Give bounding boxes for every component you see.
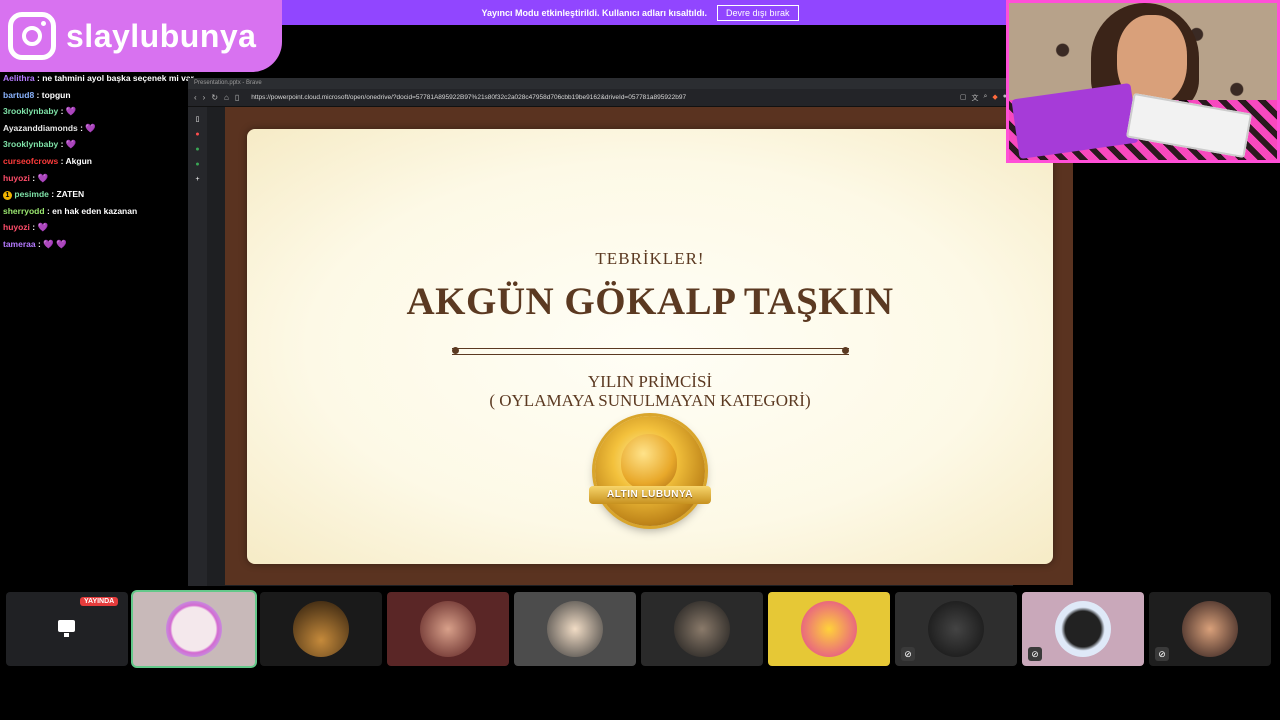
squirrel-icon <box>621 434 677 490</box>
participant-tile[interactable]: ⊘ <box>895 592 1017 666</box>
participant-tile[interactable] <box>514 592 636 666</box>
address-bar: ‹ › ↻ ⌂ ▯ https://powerpoint.cloud.micro… <box>188 89 1013 107</box>
extensions-bar: ▢ 文 ⌕ ◆ ● <box>960 93 1007 103</box>
chat-text: ZATEN <box>56 189 85 200</box>
sidebar-app-icon[interactable]: ● <box>188 161 207 168</box>
chat-username: 3rooklynbaby <box>3 139 59 150</box>
chat-message: tameraa : 💜 💜 <box>3 238 67 249</box>
disable-streamer-mode-button[interactable]: Devre dışı bırak <box>717 4 799 21</box>
channel-logo: slaylubunya <box>0 0 282 72</box>
streamer-mode-message: Yayıncı Modu etkinleştirildi. Kullanıcı … <box>481 7 708 18</box>
muted-mic-icon: ⊘ <box>1028 647 1042 661</box>
browser-tab[interactable]: Presentation.pptx - Brave <box>188 78 1013 89</box>
participant-tile-screenshare[interactable]: YAYINDA <box>6 592 128 666</box>
screen-share-icon <box>58 620 75 637</box>
avatar <box>801 601 857 657</box>
forward-icon[interactable]: › <box>203 93 206 102</box>
channel-name: slaylubunya <box>66 17 257 54</box>
chat-message: sherryodd : en hak eden kazanan <box>3 205 138 216</box>
chat-message: Ayazanddiamonds : 💜 <box>3 122 96 133</box>
avatar <box>420 601 476 657</box>
share-icon[interactable]: ▢ <box>960 93 967 103</box>
award-note: ( OYLAMAYA SUNULMAYAN KATEGORİ) <box>489 391 811 410</box>
presentation-slide: TEBRİKLER! AKGÜN GÖKALP TAŞKIN YILIN PRİ… <box>247 129 1053 564</box>
heart-emote: 💜 <box>65 106 77 117</box>
chat-text: topgun <box>41 89 71 100</box>
participant-tile[interactable]: ⊘ <box>1022 592 1144 666</box>
subscriber-badge-icon: 1 <box>3 191 12 201</box>
muted-mic-icon: ⊘ <box>1155 647 1169 661</box>
chat-username: pesimde <box>14 189 49 200</box>
chat-username: curseofcrows <box>3 155 59 166</box>
golden-squirrel-medal-image: ALTIN LUBUNYA <box>589 416 711 526</box>
streamer-webcam <box>1006 0 1280 163</box>
bookmark-icon[interactable]: ▯ <box>235 93 239 102</box>
muted-mic-icon: ⊘ <box>901 647 915 661</box>
back-icon[interactable]: ‹ <box>194 93 197 102</box>
chat-overlay: Aelithra : ne tahmini ayol başka seçenek… <box>0 72 200 255</box>
participant-tile[interactable]: ⊘ <box>1149 592 1271 666</box>
chat-username: sherryodd <box>3 205 45 216</box>
chat-text: ne tahmini ayol başka seçenek mi var <box>42 73 194 83</box>
chat-text: en hak eden kazanan <box>52 205 138 216</box>
sidebar-toggle-icon[interactable]: ▯ <box>188 115 207 123</box>
chat-message: huyozi : 💜 <box>3 222 49 233</box>
award-category: YILIN PRİMCİSİ <box>587 372 713 391</box>
live-badge: YAYINDA <box>80 597 119 606</box>
sidebar-add-icon[interactable]: + <box>188 176 207 183</box>
sidebar-app-icon[interactable]: ● <box>188 131 207 138</box>
reload-icon[interactable]: ↻ <box>211 93 218 102</box>
heart-emote: 💜 <box>37 222 49 233</box>
heart-emote: 💜 <box>65 139 77 150</box>
brave-shield-icon[interactable]: ◆ <box>992 93 997 103</box>
avatar <box>928 601 984 657</box>
chat-username: huyozi <box>3 172 30 183</box>
chat-message: bartud8 : topgun <box>3 89 71 100</box>
winner-name: AKGÜN GÖKALP TAŞKIN <box>406 280 894 323</box>
chat-message: curseofcrows : Akgun <box>3 155 92 166</box>
medal-ribbon-text: ALTIN LUBUNYA <box>589 486 711 504</box>
heart-emote: 💜 💜 <box>43 238 67 249</box>
zoom-icon[interactable]: ⌕ <box>983 93 987 103</box>
chat-username: tameraa <box>3 238 36 249</box>
translate-icon[interactable]: 文 <box>971 93 978 103</box>
chat-username: Ayazanddiamonds <box>3 122 78 133</box>
url-input[interactable]: https://powerpoint.cloud.microsoft/open/… <box>251 94 686 101</box>
instagram-icon <box>8 12 56 60</box>
award-title: YILIN PRİMCİSİ ( OYLAMAYA SUNULMAYAN KAT… <box>247 372 1053 410</box>
slide-heading: TEBRİKLER! <box>595 249 705 268</box>
presentation-frame: TEBRİKLER! AKGÜN GÖKALP TAŞKIN YILIN PRİ… <box>225 107 1073 585</box>
chat-message: huyozi : 💜 <box>3 172 49 183</box>
chat-username: 3rooklynbaby <box>3 106 59 117</box>
chat-username: huyozi <box>3 222 30 233</box>
chat-message: 3rooklynbaby : 💜 <box>3 139 77 150</box>
participant-tile[interactable] <box>641 592 763 666</box>
chat-text: Akgun <box>65 155 92 166</box>
divider-dot-right <box>842 347 849 354</box>
participant-tiles: YAYINDA ⊘ ⊘ ⊘ <box>6 592 1276 666</box>
participant-tile[interactable] <box>387 592 509 666</box>
chat-message: 1 pesimde : ZATEN <box>0 188 200 205</box>
heart-emote: 💜 <box>37 172 49 183</box>
avatar <box>166 601 222 657</box>
participant-tile[interactable] <box>133 592 255 666</box>
avatar <box>547 601 603 657</box>
heart-emote: 💜 <box>85 122 96 133</box>
chat-message: 3rooklynbaby : 💜 <box>3 106 77 117</box>
avatar <box>1182 601 1238 657</box>
avatar <box>1055 601 1111 657</box>
chat-username: Aelithra <box>3 73 35 83</box>
participant-tile[interactable] <box>260 592 382 666</box>
avatar <box>674 601 730 657</box>
slide-divider <box>452 348 849 355</box>
avatar <box>293 601 349 657</box>
chat-message: Aelithra : ne tahmini ayol başka seçenek… <box>3 73 194 83</box>
chat-username: bartud8 <box>3 89 35 100</box>
sidebar-app-icon[interactable]: ● <box>188 146 207 153</box>
browser-sidebar: ▯ ● ● ● + <box>188 107 207 586</box>
participant-tile[interactable] <box>768 592 890 666</box>
home-icon[interactable]: ⌂ <box>224 93 229 102</box>
